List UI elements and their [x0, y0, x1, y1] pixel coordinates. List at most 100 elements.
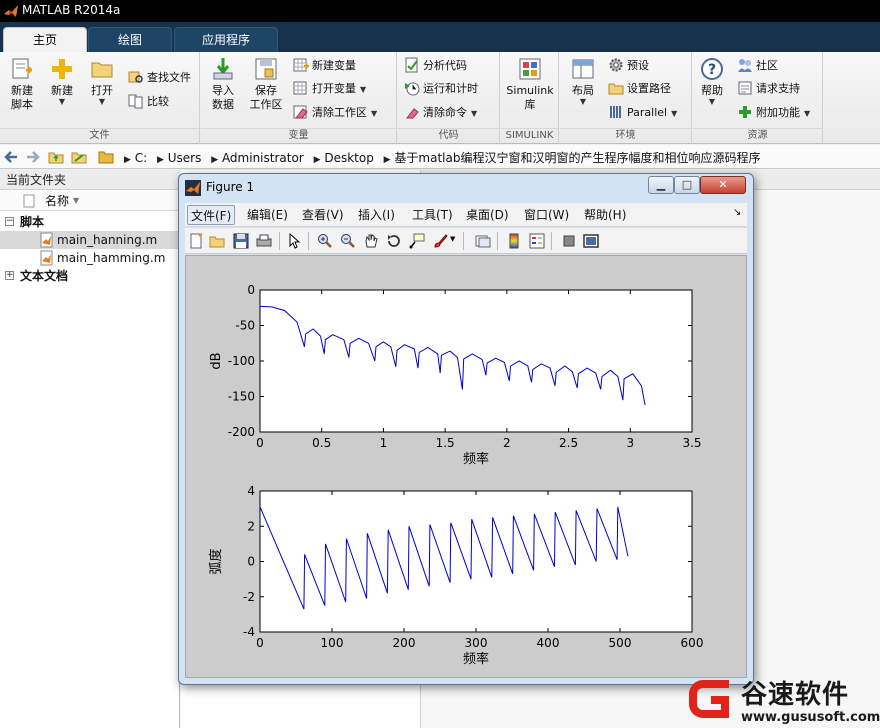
preferences-button[interactable]: 预设 [608, 56, 649, 76]
x-axis-label: 频率 [463, 651, 489, 667]
breadcrumb-separator: ▶ [211, 155, 219, 165]
brush-icon[interactable] [432, 233, 448, 249]
community-icon [738, 59, 752, 72]
expand-icon[interactable]: + [5, 271, 14, 280]
maximize-button[interactable]: □ [674, 176, 700, 194]
clear-commands-icon [405, 108, 419, 119]
breadcrumb[interactable]: ▶ C: ▶ Users ▶ Administrator ▶ Desktop ▶… [118, 149, 760, 166]
request-support-button[interactable]: 请求支持 [737, 79, 800, 99]
forward-arrow-icon[interactable] [25, 149, 41, 165]
rotate-icon[interactable] [386, 233, 402, 249]
parallel-button[interactable]: Parallel ▼ [608, 103, 677, 123]
clear-workspace-button[interactable]: 清除工作区 ▼ [293, 103, 377, 123]
tab-home[interactable]: 主页 [3, 27, 87, 52]
import-data-button[interactable]: 导入 数据 [205, 56, 241, 112]
tab-apps[interactable]: 应用程序 [174, 27, 278, 52]
add-ons-button[interactable]: 附加功能 ▼ [737, 103, 810, 123]
breadcrumb-administrator[interactable]: Administrator [222, 151, 304, 165]
close-button[interactable]: ✕ [700, 176, 746, 194]
list-item-file[interactable]: main_hamming.m [0, 249, 180, 267]
help-button[interactable]: ? 帮助 ▼ [695, 56, 729, 106]
up-folder-icon[interactable] [48, 149, 64, 165]
current-folder-title: 当前文件夹 [0, 170, 180, 190]
hide-tools-icon[interactable] [561, 233, 577, 249]
plus-icon [52, 59, 72, 79]
group-label-code: 代码 [398, 128, 499, 142]
minimize-button[interactable]: ▁ [648, 176, 674, 194]
show-tools-icon[interactable] [583, 233, 599, 249]
breadcrumb-users[interactable]: Users [168, 151, 202, 165]
x-axis-label: 频率 [463, 451, 489, 467]
menu-edit[interactable]: 编辑(E) [244, 205, 291, 225]
figure-plots[interactable]: 0 0.5 1 1.5 2 2.5 3 3.5 0 -50 -100 -150 -200 频率 dB 0 100… [186, 256, 746, 677]
watermark-brand: 谷速软件 [741, 680, 850, 710]
menu-tools[interactable]: 工具(T) [409, 205, 456, 225]
group-label-file: 文件 [0, 128, 199, 142]
save-workspace-icon [255, 58, 277, 80]
save-icon[interactable] [233, 233, 249, 249]
colorbar-icon[interactable] [506, 233, 522, 249]
matlab-logo-icon [185, 180, 201, 196]
zoom-in-icon[interactable] [317, 233, 333, 249]
list-item-file[interactable]: main_hanning.m [0, 231, 180, 249]
tree-group-scripts[interactable]: − 脚本 [0, 213, 180, 231]
chevron-down-icon: ▼ [708, 97, 716, 106]
simulink-library-button[interactable]: Simulink 库 [503, 56, 557, 112]
collapse-icon[interactable]: − [5, 217, 14, 226]
zoom-out-icon[interactable] [340, 233, 356, 249]
save-workspace-button[interactable]: 保存 工作区 [245, 56, 287, 112]
data-cursor-icon[interactable] [409, 233, 425, 249]
menu-help[interactable]: 帮助(H) [581, 205, 629, 225]
find-files-button[interactable]: 查找文件 [128, 68, 191, 88]
menu-insert[interactable]: 插入(I) [355, 205, 398, 225]
open-variable-button[interactable]: 打开变量 ▼ [293, 79, 366, 99]
y-tick-label: -2 [243, 590, 255, 604]
compare-button[interactable]: 比较 [128, 92, 169, 112]
figure-title: Figure 1 [206, 180, 255, 194]
menu-file[interactable]: 文件(F) [187, 205, 236, 225]
menu-view[interactable]: 查看(V) [299, 205, 347, 225]
minimize-icon: ▁ [656, 178, 666, 191]
open-button[interactable]: 打开 ▼ [84, 56, 120, 106]
print-icon[interactable] [256, 233, 272, 249]
breadcrumb-project-folder[interactable]: 基于matlab编程汉宁窗和汉明窗的产生程序幅度和相位响应源码程序 [394, 151, 760, 165]
browse-folder-icon[interactable] [71, 149, 87, 165]
breadcrumb-desktop[interactable]: Desktop [324, 151, 374, 165]
brush-dropdown-icon[interactable]: ▼ [450, 235, 455, 243]
y-tick-label: 4 [247, 484, 255, 498]
open-file-icon[interactable] [209, 233, 225, 249]
legend-icon[interactable] [529, 233, 545, 249]
run-and-time-button[interactable]: 运行和计时 [404, 79, 478, 99]
pointer-icon[interactable] [286, 233, 302, 249]
figure-window[interactable]: Figure 1 ▁ □ ✕ 文件(F) 编辑(E) 查看(V) 插入(I) 工… [178, 173, 754, 685]
link-icon[interactable] [475, 233, 491, 249]
menu-overflow-icon[interactable]: ↘ [733, 207, 741, 218]
new-button[interactable]: 新建 ▼ [44, 56, 80, 106]
set-path-button[interactable]: 设置路径 [608, 79, 671, 99]
figure-titlebar[interactable]: Figure 1 ▁ □ ✕ [179, 174, 753, 200]
tree-group-text-documents[interactable]: + 文本文档 [0, 267, 180, 285]
parallel-icon [610, 106, 621, 118]
column-header-name[interactable]: 名称 ▼ [0, 191, 180, 211]
tab-plots[interactable]: 绘图 [88, 27, 172, 52]
figure-canvas[interactable]: 0 0.5 1 1.5 2 2.5 3 3.5 0 -50 -100 -150 -200 频率 dB 0 100… [185, 255, 747, 678]
new-figure-icon[interactable] [188, 233, 204, 249]
x-tick-label: 2.5 [559, 436, 578, 450]
pan-icon[interactable] [363, 233, 379, 249]
back-arrow-icon[interactable] [3, 149, 19, 165]
community-button[interactable]: 社区 [737, 56, 778, 76]
analyze-code-button[interactable]: 分析代码 [404, 56, 467, 76]
new-script-button[interactable]: 新建 脚本 [4, 56, 40, 112]
clear-commands-button[interactable]: 清除命令 ▼ [404, 103, 477, 123]
x-tick-label: 3 [626, 436, 634, 450]
menu-window[interactable]: 窗口(W) [521, 205, 572, 225]
run-and-time-icon [405, 82, 420, 96]
chevron-down-icon: ▼ [58, 97, 66, 106]
new-variable-button[interactable]: 新建变量 [293, 56, 356, 76]
menu-desktop[interactable]: 桌面(D) [463, 205, 512, 225]
breadcrumb-drive[interactable]: C: [135, 151, 147, 165]
community-label: 社区 [756, 59, 778, 72]
breadcrumb-separator: ▶ [313, 155, 321, 165]
open-variable-label: 打开变量 [312, 82, 356, 95]
layout-button[interactable]: 布局 ▼ [564, 56, 602, 106]
